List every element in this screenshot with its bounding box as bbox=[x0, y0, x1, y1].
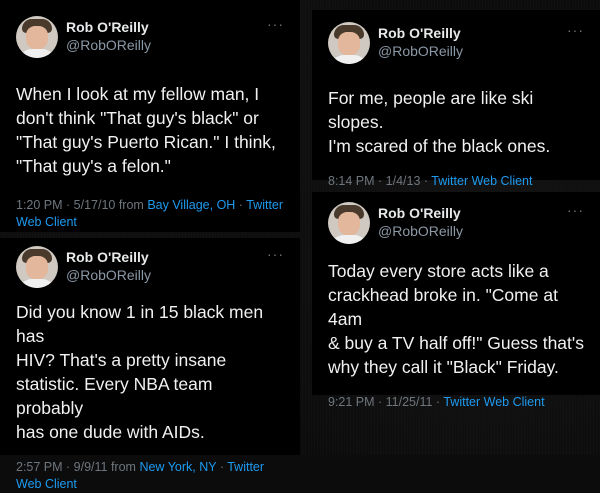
author-name[interactable]: Rob O'Reilly bbox=[66, 18, 151, 36]
tweet-header: Rob O'Reilly @RobOReilly ··· bbox=[16, 246, 284, 288]
more-options-icon[interactable]: ··· bbox=[567, 22, 584, 38]
more-options-icon[interactable]: ··· bbox=[267, 246, 284, 262]
tweet-timestamp[interactable]: 1:20 PM · 5/17/10 from bbox=[16, 198, 147, 212]
tweet-meta: 9:21 PM · 11/25/11 · Twitter Web Client bbox=[328, 394, 584, 411]
tweet-client-link[interactable]: Twitter Web Client bbox=[431, 174, 532, 188]
author-handle[interactable]: @RobOReilly bbox=[378, 42, 463, 60]
tweet-meta: 8:14 PM · 1/4/13 · Twitter Web Client bbox=[328, 173, 584, 190]
tweet-client-link[interactable]: Twitter Web Client bbox=[443, 395, 544, 409]
more-options-icon[interactable]: ··· bbox=[567, 202, 584, 218]
tweet-location-link[interactable]: New York, NY bbox=[139, 460, 216, 474]
tweet-header: Rob O'Reilly @RobOReilly ··· bbox=[328, 202, 584, 244]
author-handle[interactable]: @RobOReilly bbox=[66, 266, 151, 284]
avatar[interactable] bbox=[328, 202, 370, 244]
tweet-card: Rob O'Reilly @RobOReilly ··· Did you kno… bbox=[0, 238, 300, 491]
tweet-timestamp[interactable]: 2:57 PM · 9/9/11 from bbox=[16, 460, 139, 474]
author-name[interactable]: Rob O'Reilly bbox=[378, 24, 463, 42]
author-handle[interactable]: @RobOReilly bbox=[378, 222, 463, 240]
tweet-card: Rob O'Reilly @RobOReilly ··· When I look… bbox=[0, 0, 300, 232]
avatar[interactable] bbox=[16, 246, 58, 288]
tweet-card: Rob O'Reilly @RobOReilly ··· For me, peo… bbox=[312, 10, 600, 188]
meta-separator: · bbox=[235, 198, 247, 212]
tweet-text: For me, people are like ski slopes. I'm … bbox=[328, 88, 551, 156]
tweet-header: Rob O'Reilly @RobOReilly ··· bbox=[16, 16, 284, 58]
avatar[interactable] bbox=[328, 22, 370, 64]
avatar[interactable] bbox=[16, 16, 58, 58]
more-options-icon[interactable]: ··· bbox=[267, 16, 284, 32]
tweet-text: Did you know 1 in 15 black men has HIV? … bbox=[16, 302, 264, 442]
tweet-header: Rob O'Reilly @RobOReilly ··· bbox=[328, 22, 584, 64]
tweet-timestamp[interactable]: 9:21 PM · 11/25/11 · bbox=[328, 395, 443, 409]
tweet-text: Today every store acts like a crackhead … bbox=[328, 261, 584, 377]
tweet-text: When I look at my fellow man, I don't th… bbox=[16, 84, 276, 176]
author-handle[interactable]: @RobOReilly bbox=[66, 36, 151, 54]
tweet-meta: 1:20 PM · 5/17/10 from Bay Village, OH ·… bbox=[16, 197, 284, 231]
tweet-timestamp[interactable]: 8:14 PM · 1/4/13 · bbox=[328, 174, 431, 188]
tweet-card: Rob O'Reilly @RobOReilly ··· Today every… bbox=[312, 192, 600, 409]
author-name[interactable]: Rob O'Reilly bbox=[66, 248, 151, 266]
author-name[interactable]: Rob O'Reilly bbox=[378, 204, 463, 222]
tweet-location-link[interactable]: Bay Village, OH bbox=[147, 198, 235, 212]
tweet-meta: 2:57 PM · 9/9/11 from New York, NY · Twi… bbox=[16, 459, 284, 493]
meta-separator: · bbox=[216, 460, 228, 474]
